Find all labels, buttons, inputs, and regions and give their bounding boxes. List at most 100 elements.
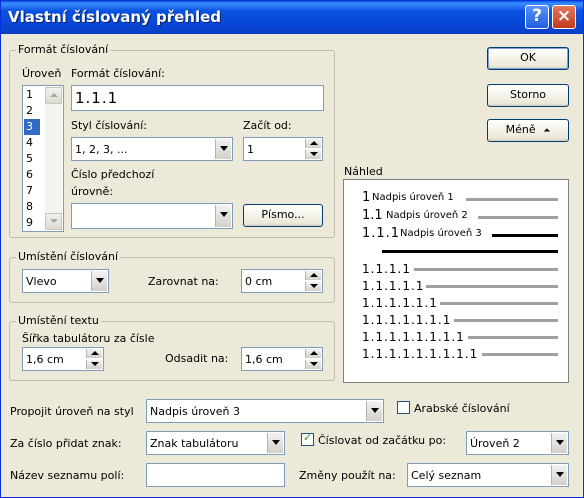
prev-level-label-line2: úrovně:	[71, 185, 113, 198]
less-button[interactable]: Méně ⏶	[487, 119, 569, 142]
preview-line	[440, 302, 558, 305]
chevron-down-icon[interactable]	[366, 401, 382, 421]
preview-heading-3-text: Nadpis úroveň 3	[400, 228, 482, 239]
tab-width-label: Šířka tabulátoru za čísle	[22, 332, 155, 345]
preview-number: 1.1.1.1.1.1.1.1	[362, 330, 465, 344]
spin-down-icon[interactable]	[305, 282, 321, 291]
preview-line	[414, 268, 558, 271]
scroll-up-icon[interactable]	[45, 87, 62, 104]
preview-line	[478, 216, 558, 219]
text-position-title: Umístění textu	[16, 314, 101, 327]
start-at-label: Začít od:	[243, 119, 292, 132]
preview-heading-3-num: 1.1.1	[362, 226, 401, 241]
aligned-at-label: Zarovnat na:	[148, 275, 219, 288]
prev-level-select[interactable]	[71, 203, 233, 229]
spin-down-icon[interactable]	[305, 150, 321, 159]
restart-level-value: Úroveň 2	[470, 437, 520, 450]
tab-width-value: 1,6 cm	[26, 353, 64, 366]
follow-number-value: Znak tabulátoru	[150, 437, 239, 450]
spin-up-icon[interactable]	[305, 349, 321, 358]
number-style-value: 1, 2, 3, ...	[75, 143, 128, 156]
format-group-title: Formát číslování	[16, 43, 111, 56]
number-format-input[interactable]: 1.1.1	[71, 85, 324, 111]
preview-number: 1.1.1.1.1.1.1	[362, 313, 452, 327]
level-item-selected[interactable]: 3	[24, 119, 40, 135]
preview-heading-1-text: Nadpis úroveň 1	[372, 192, 454, 203]
level-label: Úroveň	[22, 67, 62, 80]
link-style-select[interactable]: Nadpis úroveň 3	[146, 399, 384, 423]
preview-heading-2-num: 1.1	[362, 208, 383, 223]
cancel-button[interactable]: Storno	[487, 84, 569, 107]
title-bar[interactable]: Vlastní číslovaný přehled ? ×	[1, 1, 583, 34]
tab-width-spinner[interactable]: 1,6 cm	[22, 347, 104, 371]
apply-to-select[interactable]: Celý seznam	[407, 463, 569, 487]
chevron-down-icon[interactable]	[551, 465, 567, 485]
help-icon: ?	[532, 6, 542, 26]
follow-number-label: Za číslo přidat znak:	[10, 437, 122, 450]
preview-number: 1.1.1.1.1	[362, 279, 425, 293]
level-item[interactable]: 7	[24, 183, 40, 199]
start-at-spinner[interactable]: 1	[243, 137, 323, 161]
level-item[interactable]: 5	[24, 151, 40, 167]
apply-to-label: Změny použít na:	[299, 469, 396, 482]
indent-value: 1,6 cm	[245, 353, 283, 366]
font-button[interactable]: Písmo...	[243, 204, 323, 227]
chevron-down-icon[interactable]	[215, 139, 231, 159]
chevron-down-icon[interactable]	[91, 271, 107, 291]
spin-up-icon[interactable]	[305, 271, 321, 280]
preview-heading-1-num: 1	[362, 190, 371, 205]
level-item[interactable]: 2	[24, 103, 40, 119]
cancel-button-label: Storno	[509, 88, 547, 101]
arabic-numbering-checkbox[interactable]	[397, 401, 410, 414]
close-button[interactable]: ×	[552, 5, 576, 29]
checkmark-icon: ✓	[303, 431, 313, 444]
aligned-at-spinner[interactable]: 0 cm	[241, 269, 323, 293]
aligned-at-value: 0 cm	[245, 275, 273, 288]
level-item[interactable]: 1	[24, 87, 40, 103]
number-alignment-select[interactable]: Vlevo	[22, 269, 109, 293]
collapse-icon: ⏶	[543, 126, 551, 136]
restart-level-select[interactable]: Úroveň 2	[466, 431, 569, 455]
font-button-label: Písmo...	[261, 208, 305, 221]
spin-up-icon[interactable]	[86, 349, 102, 358]
preview-line-current	[382, 250, 558, 253]
level-item[interactable]: 8	[24, 199, 40, 215]
level-item[interactable]: 6	[24, 167, 40, 183]
preview-label: Náhled	[344, 165, 383, 178]
less-button-label: Méně	[505, 123, 536, 136]
dialog-title: Vlastní číslovaný přehled	[8, 8, 222, 26]
chevron-down-icon[interactable]	[551, 433, 567, 453]
preview-line	[466, 198, 558, 201]
chevron-down-icon[interactable]	[215, 205, 231, 227]
chevron-down-icon[interactable]	[267, 433, 283, 453]
link-style-value: Nadpis úroveň 3	[150, 405, 240, 418]
preview-line	[426, 285, 558, 288]
level-scrollbar[interactable]	[45, 87, 62, 230]
arabic-numbering-label: Arabské číslování	[414, 402, 510, 415]
preview-number: 1.1.1.1.1.1.1.1.1	[362, 347, 479, 361]
spin-down-icon[interactable]	[305, 360, 321, 369]
help-button[interactable]: ?	[525, 5, 549, 29]
field-name-input[interactable]	[146, 463, 285, 487]
follow-number-select[interactable]: Znak tabulátoru	[146, 431, 285, 455]
preview-number: 1.1.1.1.1.1	[362, 296, 438, 310]
number-style-select[interactable]: 1, 2, 3, ...	[71, 137, 233, 161]
indent-spinner[interactable]: 1,6 cm	[241, 347, 323, 371]
preview-number: 1.1.1.1	[362, 262, 411, 276]
number-position-title: Umístění číslování	[16, 250, 121, 263]
restart-numbering-checkbox[interactable]: ✓	[301, 431, 314, 446]
link-style-label: Propojit úroveň na styl	[10, 405, 134, 418]
ok-button[interactable]: OK	[487, 47, 569, 70]
level-item[interactable]: 9	[24, 215, 40, 231]
level-item[interactable]: 4	[24, 135, 40, 151]
prev-level-label: Číslo předchozí	[71, 168, 155, 181]
preview-line	[468, 336, 558, 339]
ok-button-label: OK	[520, 51, 536, 64]
close-icon: ×	[556, 6, 572, 26]
start-at-value: 1	[247, 143, 254, 156]
spin-down-icon[interactable]	[86, 360, 102, 369]
level-listbox[interactable]: 1 2 3 4 5 6 7 8 9	[22, 85, 64, 232]
spin-up-icon[interactable]	[305, 139, 321, 148]
scroll-down-icon[interactable]	[45, 213, 62, 230]
number-format-value: 1.1.1	[75, 89, 119, 107]
